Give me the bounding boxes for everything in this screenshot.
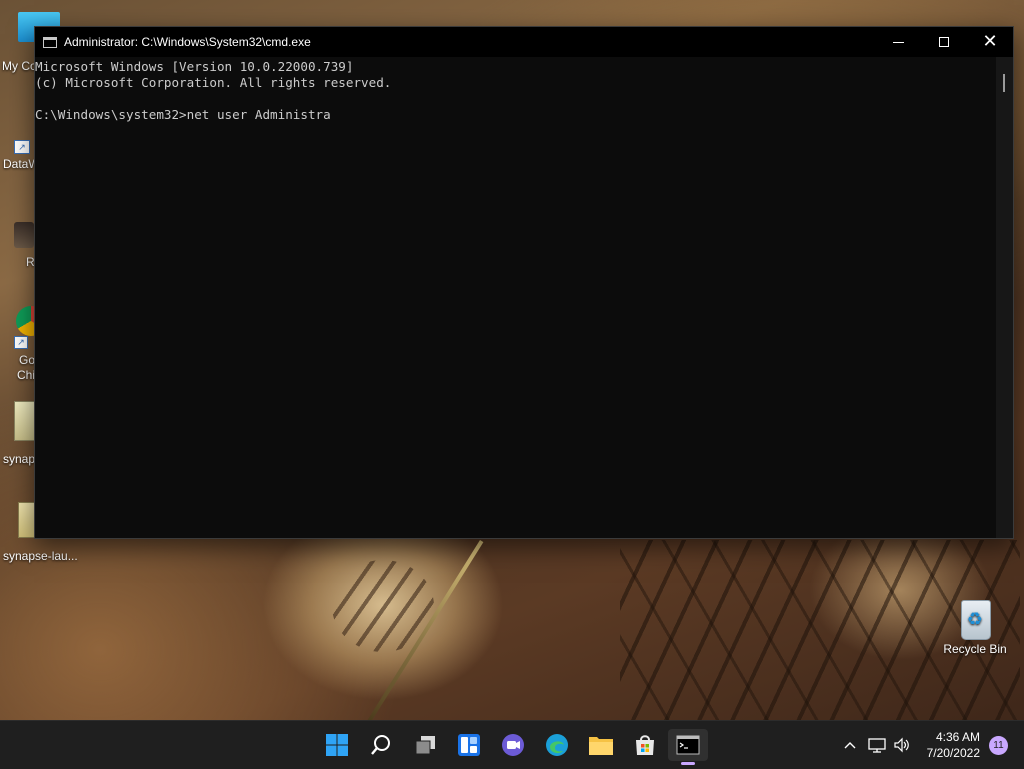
recycle-bin-icon: ♻ — [955, 596, 995, 640]
minimize-button[interactable] — [875, 27, 921, 57]
maximize-button[interactable] — [921, 27, 967, 57]
window-title: Administrator: C:\Windows\System32\cmd.e… — [64, 35, 311, 49]
vertical-scrollbar[interactable] — [996, 57, 1013, 538]
close-icon: ✕ — [982, 31, 998, 52]
show-hidden-icons-button[interactable] — [840, 741, 860, 749]
start-button[interactable] — [317, 729, 357, 761]
volume-icon — [894, 737, 909, 753]
cmd-icon — [43, 37, 57, 48]
cmd-icon — [676, 735, 700, 755]
edge-button[interactable] — [537, 729, 577, 761]
task-view-icon — [415, 736, 435, 755]
store-icon — [636, 735, 654, 755]
volume-button[interactable] — [890, 737, 914, 753]
desktop-icon-label: Go — [19, 353, 36, 367]
clock[interactable]: 4:36 AM 7/20/2022 — [927, 729, 980, 761]
desktop-icon-label: Recycle Bin — [943, 642, 1007, 656]
chevron-up-icon — [844, 742, 856, 749]
desktop-icon-recycle-bin[interactable]: ♻ Recycle Bin — [940, 596, 1010, 656]
clock-time: 4:36 AM — [935, 730, 980, 744]
file-explorer-button[interactable] — [581, 729, 621, 761]
console-line: (c) Microsoft Corporation. All rights re… — [35, 75, 392, 90]
network-button[interactable] — [864, 737, 890, 753]
taskbar: 4:36 AM 7/20/2022 11 — [0, 720, 1024, 769]
title-bar[interactable]: Administrator: C:\Windows\System32\cmd.e… — [35, 27, 1013, 57]
search-button[interactable] — [361, 729, 401, 761]
network-icon — [868, 738, 886, 753]
store-button[interactable] — [625, 729, 665, 761]
minimize-icon — [892, 41, 904, 43]
file-explorer-icon — [589, 737, 613, 755]
cmd-window[interactable]: Administrator: C:\Windows\System32\cmd.e… — [34, 26, 1014, 539]
start-icon — [326, 734, 348, 756]
app-icon — [14, 222, 34, 248]
desktop-icon-label: synap — [3, 452, 36, 466]
widgets-icon — [458, 734, 480, 756]
cmd-taskbar-button[interactable] — [668, 729, 708, 765]
close-button[interactable]: ✕ — [967, 27, 1013, 57]
scrollbar-thumb[interactable] — [1003, 74, 1005, 92]
shortcut-arrow-icon: ↗ — [14, 336, 28, 349]
console-line: Microsoft Windows [Version 10.0.22000.73… — [35, 59, 354, 74]
chat-icon — [502, 734, 524, 756]
search-icon — [371, 735, 390, 755]
console-input-line[interactable]: C:\Windows\system32>net user Administra — [35, 107, 996, 123]
notification-badge[interactable]: 11 — [989, 736, 1008, 755]
system-tray — [840, 721, 914, 769]
console-output[interactable]: Microsoft Windows [Version 10.0.22000.73… — [35, 57, 996, 538]
clock-date: 7/20/2022 — [926, 746, 980, 760]
chat-button[interactable] — [493, 729, 533, 761]
task-view-button[interactable] — [405, 729, 445, 761]
widgets-button[interactable] — [449, 729, 489, 761]
desktop-icon-label: My Co — [2, 59, 37, 73]
shortcut-arrow-icon: ↗ — [14, 140, 30, 154]
desktop-icon-label: Chi — [17, 368, 36, 382]
maximize-icon — [939, 37, 949, 47]
desktop-icon-label: synapse-lau... — [3, 549, 78, 563]
edge-icon — [546, 734, 568, 756]
